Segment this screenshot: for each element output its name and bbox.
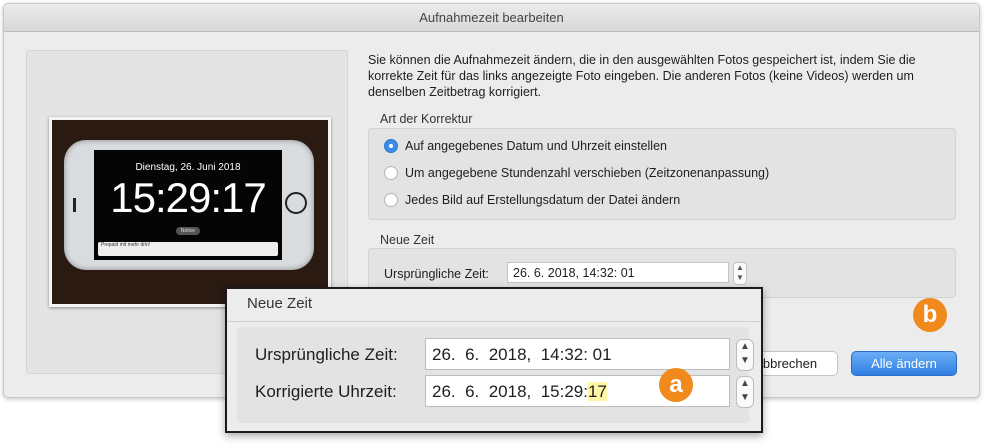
zoom-title: Neue Zeit [247, 295, 313, 312]
zoom-original-time-field[interactable]: 26. 6. 2018, 14:32: 01 [425, 338, 730, 370]
corrected-time-seconds[interactable]: 17 [587, 382, 607, 401]
phone-screen: Dienstag, 26. Juni 2018 15:29:17 Notice … [94, 150, 282, 260]
zoom-divider [227, 321, 761, 322]
radio-label: Um angegebene Stundenzahl verschieben (Z… [405, 166, 770, 180]
zoom-callout: Neue Zeit Ursprüngliche Zeit: 26. 6. 201… [225, 287, 763, 433]
photo-thumbnail: Dienstag, 26. Juni 2018 15:29:17 Notice … [49, 117, 331, 307]
zoom-original-time-label: Ursprüngliche Zeit: [255, 345, 398, 364]
radio-shift-hours[interactable]: Um angegebene Stundenzahl verschieben (Z… [384, 166, 769, 180]
new-time-group-label: Neue Zeit [380, 233, 435, 247]
radio-unselected-icon [384, 166, 398, 180]
original-time-stepper[interactable]: ▲ ▼ [733, 262, 747, 285]
radio-label: Jedes Bild auf Erstellungsdatum der Date… [405, 193, 681, 207]
badge-b: b [913, 298, 947, 332]
description-text: Sie können die Aufnahmezeit ändern, die … [368, 53, 916, 99]
phone-notice: Notice [176, 227, 200, 235]
apply-all-button[interactable]: Alle ändern [851, 351, 957, 376]
window-title: Aufnahmezeit bearbeiten [4, 4, 979, 32]
radio-set-date-time[interactable]: Auf angegebenes Datum und Uhrzeit einste… [384, 139, 667, 153]
phone-time: 15:29:17 [110, 174, 267, 221]
radio-file-date[interactable]: Jedes Bild auf Erstellungsdatum der Date… [384, 193, 680, 207]
original-time-label: Ursprüngliche Zeit: [384, 267, 489, 281]
radio-label: Auf angegebenes Datum und Uhrzeit einste… [405, 139, 667, 153]
phone-date: Dienstag, 26. Juni 2018 [135, 162, 241, 173]
radio-unselected-icon [384, 193, 398, 207]
radio-selected-icon [384, 139, 398, 153]
badge-a: a [659, 368, 693, 402]
zoom-corrected-time-stepper[interactable]: ▲ ▼ [736, 376, 754, 408]
original-time-field[interactable]: 26. 6. 2018, 14:32: 01 [507, 262, 729, 283]
phone-notification: Prepaid mit mehr drin! [98, 242, 278, 256]
phone-camera [73, 198, 76, 212]
corrected-time-prefix: 26. 6. 2018, 15:29: [432, 382, 588, 401]
phone-home-button [285, 192, 307, 214]
zoom-corrected-time-label: Korrigierte Uhrzeit: [255, 382, 397, 401]
zoom-original-time-stepper[interactable]: ▲ ▼ [736, 339, 754, 371]
correction-group-label: Art der Korrektur [380, 112, 473, 126]
phone-image: Dienstag, 26. Juni 2018 15:29:17 Notice … [64, 140, 314, 270]
